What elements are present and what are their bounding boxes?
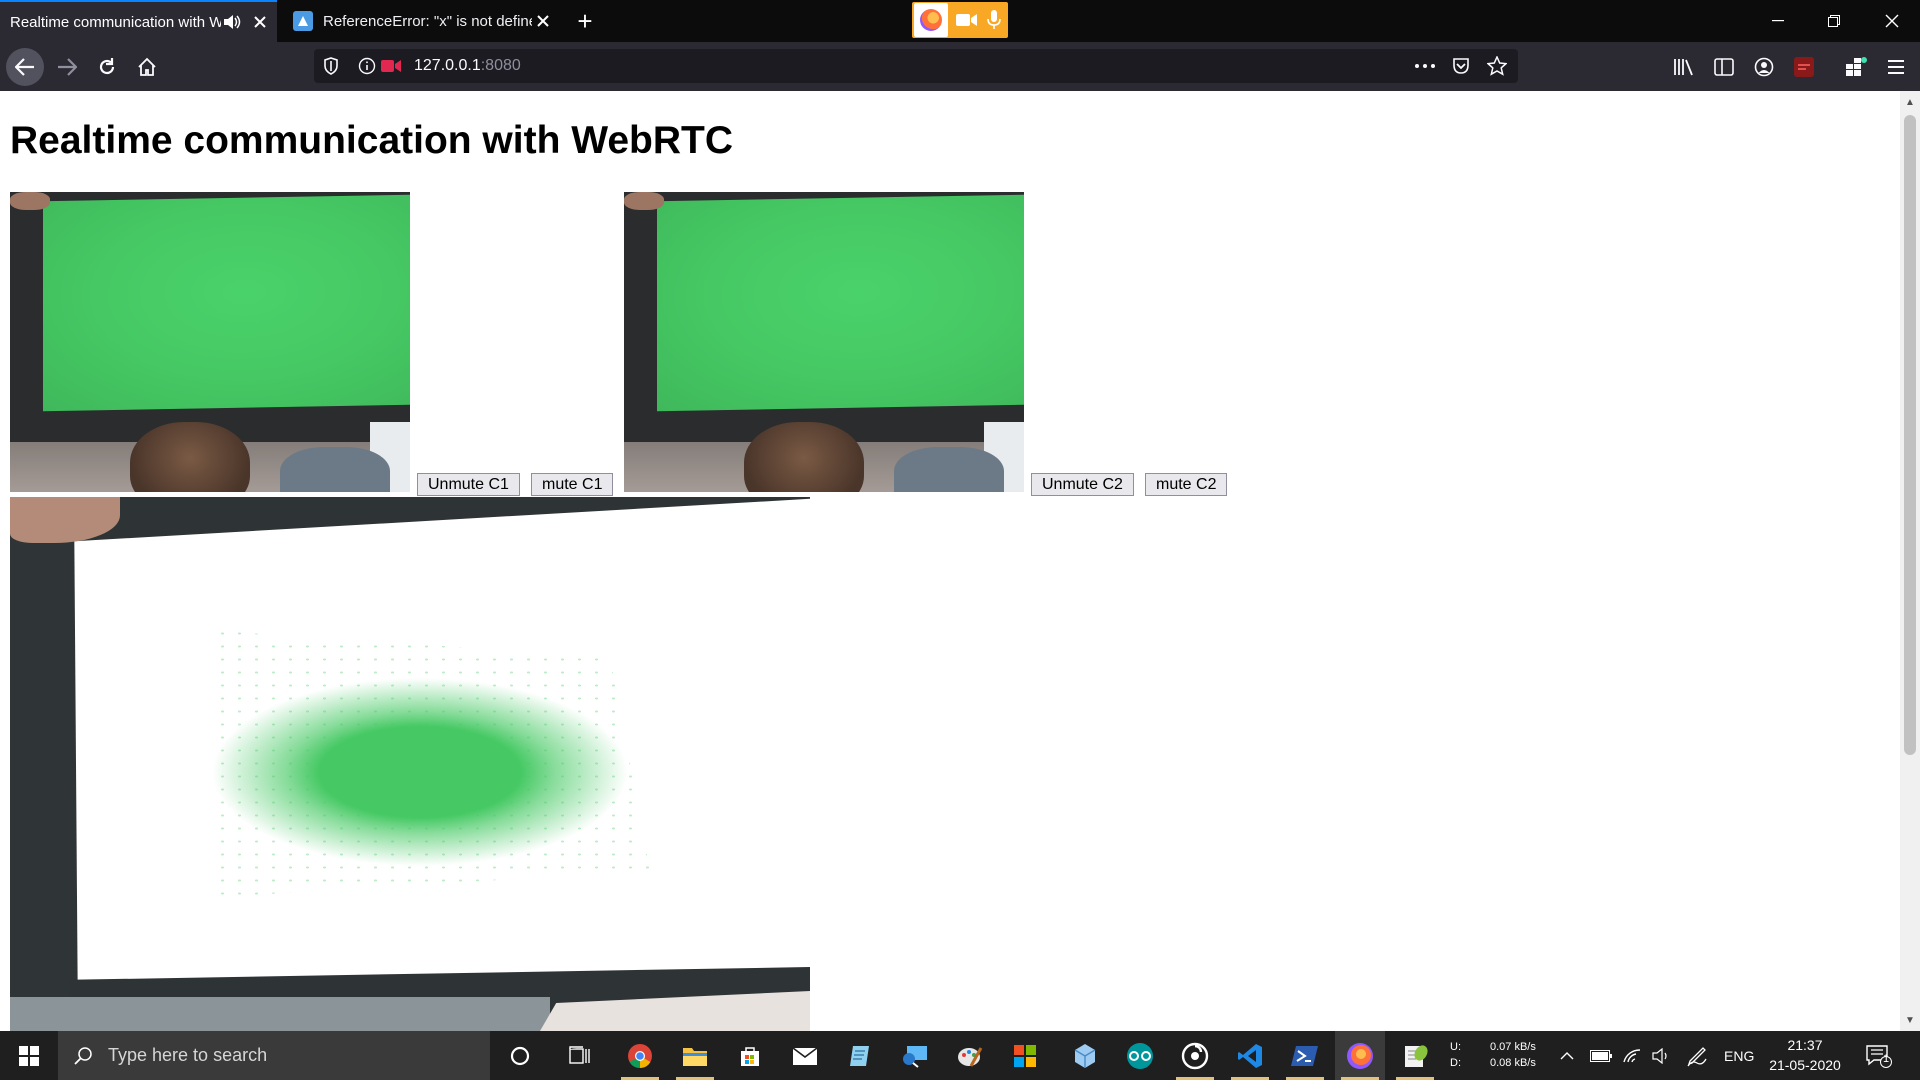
mute-c1-button[interactable]: mute C1 [531,473,614,496]
notification-count: 1 [1883,1053,1890,1065]
remote-desktop-icon[interactable] [890,1031,940,1080]
mdn-favicon-icon [293,11,313,31]
unmute-c1-button[interactable]: Unmute C1 [417,473,520,496]
file-explorer-icon[interactable] [670,1031,720,1080]
extensions-icon[interactable] [1840,52,1872,82]
close-window-button[interactable] [1864,0,1920,42]
tab-title: Realtime communication with WebRTC [10,13,221,31]
paint-icon[interactable] [945,1031,995,1080]
minimize-button[interactable] [1750,0,1806,42]
reload-button[interactable] [88,48,126,86]
bookmark-star-icon[interactable] [1484,54,1510,78]
home-button[interactable] [128,48,166,86]
notification-center-icon[interactable]: 1 [1866,1031,1892,1080]
chrome-icon[interactable] [615,1031,665,1080]
arduino-icon[interactable] [1115,1031,1165,1080]
download-speed: 0.08 kB/s [1490,1057,1536,1069]
scroll-up-icon[interactable]: ▲ [1900,93,1920,111]
vscode-icon[interactable] [1225,1031,1275,1080]
windows-taskbar: Type here to search U: 0.07 kB/s D: 0.08… [0,1031,1920,1080]
sidebar-icon[interactable] [1708,52,1740,82]
processed-canvas [10,497,810,1031]
battery-icon[interactable] [1590,1031,1612,1080]
language-indicator[interactable]: ENG [1724,1031,1754,1080]
notepadpp-icon[interactable] [1390,1031,1440,1080]
close-tab-icon[interactable] [249,11,271,33]
hamburger-menu-icon[interactable] [1880,52,1912,82]
vertical-scrollbar[interactable]: ▲ ▼ [1900,91,1920,1031]
page-viewport: Realtime communication with WebRTC Unmut… [0,91,1900,1031]
pocket-icon[interactable] [1448,54,1474,78]
unmute-c2-button[interactable]: Unmute C2 [1031,473,1134,496]
address-bar[interactable]: 127.0.0.1:8080 [314,49,1518,83]
obs-icon[interactable] [1170,1031,1220,1080]
url-port: :8080 [480,57,521,74]
search-placeholder: Type here to search [108,1045,268,1065]
download-label: D: [1450,1057,1461,1069]
firefox-icon [914,3,948,37]
tab-title: ReferenceError: "x" is not defined [323,12,532,30]
pen-workspace-icon[interactable] [1686,1031,1708,1080]
scroll-down-icon[interactable]: ▼ [1900,1011,1920,1029]
search-icon [58,1046,108,1066]
camera-permission-icon[interactable] [380,55,402,77]
local-video-c1[interactable] [10,192,410,492]
tab-bar: Realtime communication with WebRTC Refer… [0,0,1920,42]
volume-icon[interactable] [1652,1031,1672,1080]
clock-time: 21:37 [1787,1037,1823,1053]
microphone-icon [982,10,1006,30]
firefox-taskbar-icon[interactable] [1335,1031,1385,1080]
cortana-icon[interactable] [495,1031,545,1080]
back-button[interactable] [6,48,44,86]
start-button[interactable] [0,1031,58,1080]
url-host: 127.0.0.1 [414,57,481,74]
mail-icon[interactable] [780,1031,830,1080]
wifi-icon[interactable] [1622,1031,1642,1080]
tab-reference-error[interactable]: ReferenceError: "x" is not defined [283,0,560,42]
taskbar-search-input[interactable]: Type here to search [58,1031,490,1080]
clock-date: 21-05-2020 [1769,1057,1841,1073]
powershell-icon[interactable] [1280,1031,1330,1080]
remote-video-c2[interactable] [624,192,1024,492]
mute-c2-button[interactable]: mute C2 [1145,473,1228,496]
camera-icon [952,12,982,28]
restore-button[interactable] [1806,0,1862,42]
notes-app-icon[interactable] [835,1031,885,1080]
speaker-icon[interactable] [221,11,243,33]
sharing-indicator[interactable] [912,2,1008,38]
new-tab-button[interactable]: + [570,6,600,36]
upload-label: U: [1450,1041,1461,1053]
upload-speed: 0.07 kB/s [1490,1041,1536,1053]
page-title: Realtime communication with WebRTC [10,119,734,162]
page-actions-icon[interactable] [1412,54,1438,78]
info-icon[interactable] [356,55,378,77]
close-tab-icon[interactable] [532,10,554,32]
scroll-thumb[interactable] [1904,115,1916,755]
microsoft-store-icon[interactable] [725,1031,775,1080]
shield-icon[interactable] [320,55,342,77]
show-hidden-icons-icon[interactable] [1560,1031,1574,1080]
forward-button[interactable] [48,48,86,86]
network-speed-meter: U: 0.07 kB/s D: 0.08 kB/s [1450,1039,1536,1071]
library-icon[interactable] [1668,52,1700,82]
task-view-icon[interactable] [555,1031,605,1080]
account-icon[interactable] [1748,52,1780,82]
navigation-toolbar: 127.0.0.1:8080 [0,42,1920,91]
cors-extension-icon[interactable] [1788,52,1820,82]
tab-webrtc[interactable]: Realtime communication with WebRTC [0,0,277,42]
office-icon[interactable] [1000,1031,1050,1080]
3d-viewer-icon[interactable] [1060,1031,1110,1080]
clock[interactable]: 21:37 21-05-2020 [1760,1035,1850,1075]
